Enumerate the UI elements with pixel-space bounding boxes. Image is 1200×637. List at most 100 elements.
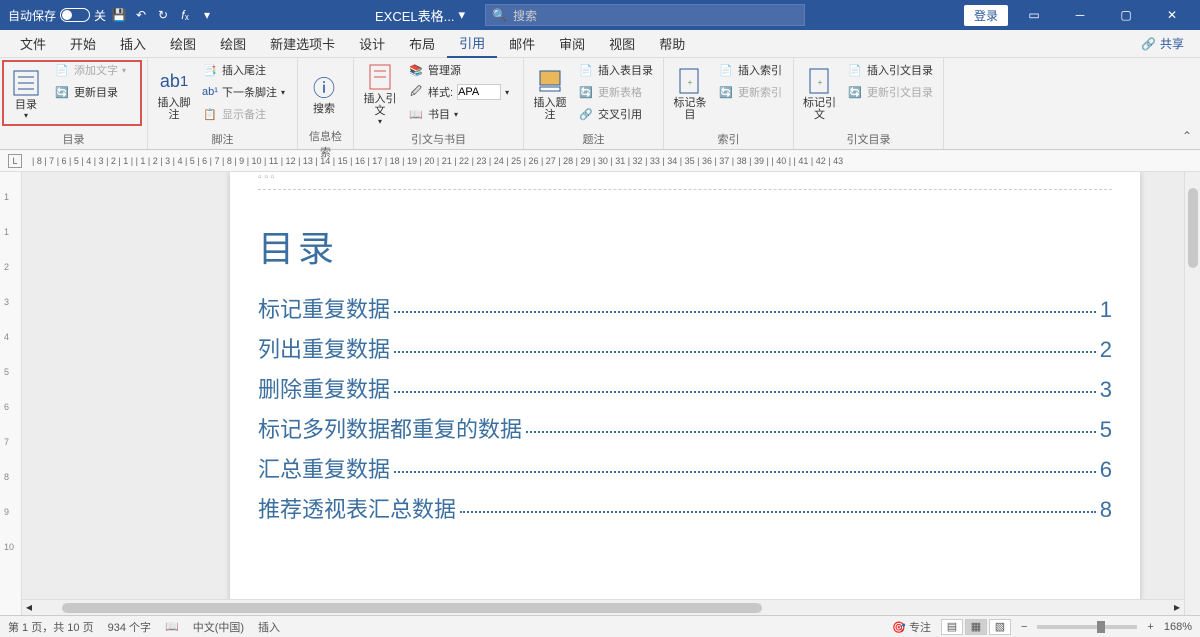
undo-icon[interactable]: ↶	[132, 6, 150, 24]
toc-item[interactable]: 删除重复数据3	[258, 372, 1112, 404]
mark-entry-icon: +	[674, 65, 706, 97]
scroll-right-icon[interactable]: ▸	[1174, 600, 1180, 614]
style-value-input[interactable]	[457, 84, 501, 100]
word-count[interactable]: 934 个字	[108, 619, 151, 635]
tab-draw1[interactable]: 绘图	[158, 30, 208, 57]
citation-style-select[interactable]: 🖉 样式: ▾	[404, 82, 513, 102]
toc-item[interactable]: 推荐透视表汇总数据8	[258, 492, 1112, 524]
ribbon-group-footnotes: ab1 插入脚注 📑 插入尾注 ab¹ 下一条脚注▾ 📋 显示备注 脚注	[148, 58, 298, 149]
update-table-button[interactable]: 🔄 更新表格	[574, 82, 657, 102]
toc-item[interactable]: 标记重复数据1	[258, 292, 1112, 324]
insert-authorities-button[interactable]: 📄 插入引文目录	[843, 60, 937, 80]
tab-file[interactable]: 文件	[8, 30, 58, 57]
view-buttons: ▤ ▦ ▧	[941, 619, 1011, 635]
cross-reference-button[interactable]: 🔗 交叉引用	[574, 104, 657, 124]
tab-view[interactable]: 视图	[597, 30, 647, 57]
toc-list: 标记重复数据1 列出重复数据2 删除重复数据3 标记多列数据都重复的数据5 汇总重复数据…	[258, 292, 1112, 524]
print-layout-icon[interactable]: ▦	[965, 619, 987, 635]
toc-item[interactable]: 汇总重复数据6	[258, 452, 1112, 484]
horizontal-ruler[interactable]: L | 8 | 7 | 6 | 5 | 4 | 3 | 2 | 1 | | 1 …	[0, 150, 1200, 172]
caption-icon	[534, 65, 566, 97]
close-icon[interactable]: ✕	[1152, 0, 1192, 30]
horizontal-scrollbar[interactable]: ◂ ▸	[22, 599, 1184, 615]
tab-draw2[interactable]: 绘图	[208, 30, 258, 57]
tab-home[interactable]: 开始	[58, 30, 108, 57]
web-layout-icon[interactable]: ▧	[989, 619, 1011, 635]
chevron-down-icon: ▾	[458, 7, 465, 23]
minimize-icon[interactable]: ─	[1060, 0, 1100, 30]
insert-mode[interactable]: 插入	[258, 619, 280, 635]
toc-leader-dots	[394, 391, 1096, 393]
insert-endnote-button[interactable]: 📑 插入尾注	[198, 60, 289, 80]
toc-item[interactable]: 列出重复数据2	[258, 332, 1112, 364]
qat-dropdown-icon[interactable]: ▾	[198, 6, 216, 24]
focus-mode-button[interactable]: 🎯 专注	[892, 619, 931, 635]
header-deco-icon: ▫ ▫ ▫	[258, 172, 274, 183]
insert-table-of-figures-button[interactable]: 📄 插入表目录	[574, 60, 657, 80]
zoom-slider[interactable]	[1037, 625, 1137, 629]
toc-leader-dots	[394, 311, 1096, 313]
endnote-icon: 📑	[202, 62, 218, 78]
login-button[interactable]: 登录	[964, 5, 1008, 26]
insert-citation-button[interactable]: 插入引文 ▾	[360, 60, 400, 126]
tab-insert[interactable]: 插入	[108, 30, 158, 57]
tab-layout[interactable]: 布局	[397, 30, 447, 57]
collapse-ribbon-icon[interactable]: ⌃	[1182, 129, 1192, 143]
redo-icon[interactable]: ↻	[154, 6, 172, 24]
toc-leader-dots	[394, 351, 1096, 353]
toggle-switch-icon	[60, 8, 90, 22]
zoom-in-icon[interactable]: +	[1147, 621, 1153, 633]
page-info[interactable]: 第 1 页，共 10 页	[8, 619, 94, 635]
language-status[interactable]: 中文(中国)	[193, 619, 244, 635]
insert-footnote-button[interactable]: ab1 插入脚注	[154, 60, 194, 126]
maximize-icon[interactable]: ▢	[1106, 0, 1146, 30]
insert-caption-button[interactable]: 插入题注	[530, 60, 570, 126]
status-bar: 第 1 页，共 10 页 934 个字 📖 中文(中国) 插入 🎯 专注 ▤ ▦…	[0, 615, 1200, 637]
show-notes-button[interactable]: 📋 显示备注	[198, 104, 289, 124]
tab-review[interactable]: 审阅	[547, 30, 597, 57]
footnote-icon: ab1	[158, 65, 190, 97]
zoom-out-icon[interactable]: −	[1021, 621, 1027, 633]
toc-item-text: 标记多列数据都重复的数据	[258, 412, 522, 444]
document-title[interactable]: EXCEL表格... ▾	[375, 6, 465, 25]
search-input[interactable]: 🔍 搜索	[485, 4, 805, 26]
next-footnote-button[interactable]: ab¹ 下一条脚注▾	[198, 82, 289, 102]
mark-citation-button[interactable]: + 标记引文	[800, 60, 839, 126]
scroll-thumb-h[interactable]	[62, 603, 762, 613]
autosave-toggle[interactable]: 自动保存 关	[8, 7, 106, 24]
read-mode-icon[interactable]: ▤	[941, 619, 963, 635]
fx-icon[interactable]: 𝑓ₓ	[176, 6, 194, 24]
scroll-thumb-v[interactable]	[1188, 188, 1198, 268]
manage-sources-button[interactable]: 📚 管理源	[404, 60, 513, 80]
ribbon-display-icon[interactable]: ▭	[1014, 0, 1054, 30]
chevron-down-icon[interactable]: ▾	[505, 88, 509, 97]
spellcheck-icon[interactable]: 📖	[165, 620, 179, 633]
tab-help[interactable]: 帮助	[647, 30, 697, 57]
research-button[interactable]: ⓘ 搜索	[304, 60, 344, 126]
svg-text:+: +	[688, 78, 693, 87]
tab-mailings[interactable]: 邮件	[497, 30, 547, 57]
scroll-left-icon[interactable]: ◂	[26, 600, 32, 614]
toc-button[interactable]: 目录 ▾	[6, 60, 46, 126]
mark-entry-button[interactable]: + 标记条目	[670, 60, 710, 126]
update-authorities-button[interactable]: 🔄 更新引文目录	[843, 82, 937, 102]
tab-design[interactable]: 设计	[347, 30, 397, 57]
update-index-button[interactable]: 🔄 更新索引	[714, 82, 786, 102]
vertical-ruler[interactable]: 1 1 2 3 4 5 6 7 8 9 10	[0, 172, 22, 615]
toc-item[interactable]: 标记多列数据都重复的数据5	[258, 412, 1112, 444]
toc-item-text: 删除重复数据	[258, 372, 390, 404]
update-index-icon: 🔄	[718, 84, 734, 100]
add-text-button[interactable]: 📄 添加文字▾	[50, 60, 130, 80]
save-icon[interactable]: 💾	[110, 6, 128, 24]
share-button[interactable]: 🔗 共享	[1133, 33, 1192, 54]
tab-newtab[interactable]: 新建选项卡	[258, 30, 347, 57]
tab-references[interactable]: 引用	[447, 29, 497, 58]
insert-index-icon: 📄	[718, 62, 734, 78]
document-page[interactable]: ▫ ▫ ▫ 目录 标记重复数据1列出重复数据2删除重复数据3标记多列数据都重复的…	[230, 172, 1140, 615]
vertical-scrollbar[interactable]	[1184, 172, 1200, 615]
update-toc-button[interactable]: 🔄 更新目录	[50, 82, 130, 102]
bibliography-button[interactable]: 📖 书目▾	[404, 104, 513, 124]
insert-index-button[interactable]: 📄 插入索引	[714, 60, 786, 80]
tab-selector-icon[interactable]: L	[8, 154, 22, 168]
zoom-level[interactable]: 168%	[1164, 621, 1192, 633]
